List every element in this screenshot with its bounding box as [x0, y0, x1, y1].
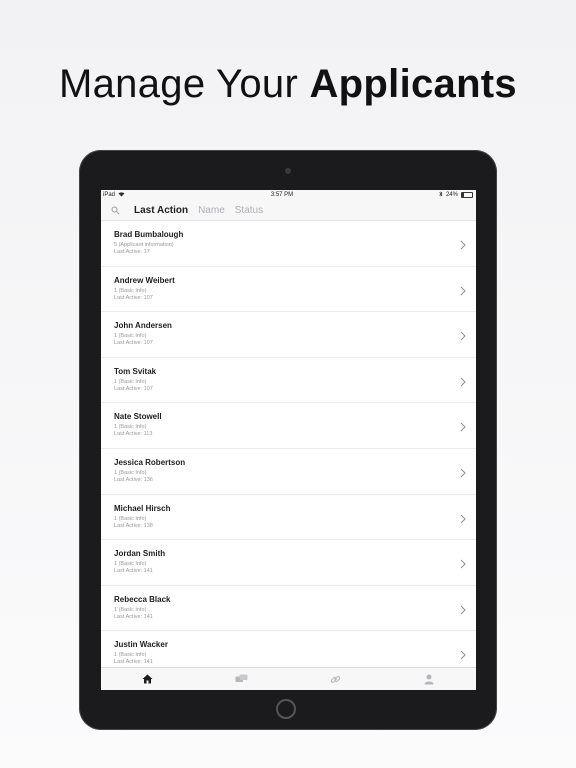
chevron-right-icon — [460, 647, 466, 665]
battery-icon — [460, 192, 473, 198]
applicant-step: 5 (Applicant information) — [114, 242, 174, 248]
applicant-name: Rebecca Black — [114, 594, 171, 604]
applicant-name: Andrew Weibert — [114, 275, 175, 285]
chevron-right-icon — [460, 511, 466, 529]
list-item[interactable]: Andrew Weibert 1 (Basic Info) Last Activ… — [101, 267, 476, 313]
applicant-name: Michael Hirsch — [114, 503, 171, 513]
applicant-name: John Andersen — [114, 321, 172, 331]
chevron-right-icon — [460, 374, 466, 392]
applicant-name: Jordan Smith — [114, 549, 166, 559]
messages-icon[interactable] — [222, 674, 262, 684]
sort-toolbar: Last Action Name Status — [101, 200, 476, 221]
wifi-icon — [118, 191, 125, 199]
list-item[interactable]: Nate Stowell 1 (Basic Info) Last Active:… — [101, 403, 476, 449]
applicant-last-active: Last Active: 113 — [114, 431, 153, 438]
applicant-step: 1 (Basic Info) — [114, 469, 147, 476]
list-item[interactable]: Jessica Robertson 1 (Basic Info) Last Ac… — [101, 449, 476, 495]
applicant-last-active: Last Active: 141 — [114, 613, 153, 620]
list-item[interactable]: Jordan Smith 1 (Basic Info) Last Active:… — [101, 540, 476, 586]
profile-icon[interactable] — [409, 674, 449, 685]
list-item[interactable]: Brad Bumbalough 5 (Applicant information… — [101, 221, 476, 267]
list-item[interactable]: John Andersen 1 (Basic Info) Last Active… — [101, 312, 476, 358]
tab-status[interactable]: Status — [235, 205, 263, 216]
chevron-right-icon — [460, 419, 466, 437]
battery-percent: 24% — [445, 192, 458, 198]
applicant-name: Nate Stowell — [114, 412, 162, 422]
chevron-right-icon — [460, 283, 466, 301]
applicant-last-active: Last Active: 136 — [114, 476, 153, 483]
chevron-right-icon — [460, 328, 466, 346]
list-item[interactable]: Tom Svitak 1 (Basic Info) Last Active: 1… — [101, 358, 476, 404]
app-screen: iPad 3:57 PM 24% Last Action Name Status — [101, 190, 476, 690]
applicant-step: 1 (Basic Info) — [114, 561, 147, 568]
applicant-last-active: Last Active: 141 — [114, 568, 153, 575]
applicant-step: 1 (Basic Info) — [114, 652, 147, 659]
home-button[interactable] — [276, 699, 296, 719]
list-item[interactable]: Rebecca Black 1 (Basic Info) Last Active… — [101, 586, 476, 632]
applicant-last-active: Last Active: 107 — [114, 385, 153, 392]
chevron-right-icon — [460, 465, 466, 483]
carrier-label: iPad — [103, 192, 116, 198]
applicant-step: 1 (Basic Info) — [114, 424, 147, 431]
applicant-last-active: Last Active: 107 — [114, 340, 153, 347]
headline-light: Manage Your — [59, 62, 299, 106]
list-item[interactable]: Michael Hirsch 1 (Basic Info) Last Activ… — [101, 495, 476, 541]
status-bar: iPad 3:57 PM 24% — [101, 190, 476, 200]
chevron-right-icon — [460, 556, 466, 574]
applicant-step: 1 (Basic Info) — [114, 378, 147, 385]
applicant-step: 1 (Basic Info) — [114, 515, 147, 522]
applicant-name: Brad Bumbalough — [114, 230, 184, 239]
search-icon[interactable] — [111, 206, 120, 215]
ipad-device: iPad 3:57 PM 24% Last Action Name Status — [79, 150, 497, 730]
tab-name[interactable]: Name — [198, 205, 225, 216]
camera-icon — [285, 168, 291, 174]
applicant-step: 1 (Basic Info) — [114, 606, 147, 613]
applicant-last-active: Last Active: 107 — [114, 294, 153, 301]
applicant-step: 1 (Basic Info) — [114, 287, 147, 294]
applicant-name: Justin Wacker — [114, 640, 168, 650]
applicant-last-active: Last Active: 17 — [114, 249, 150, 255]
headline: Manage Your Applicants — [0, 62, 576, 107]
home-icon[interactable] — [128, 674, 168, 684]
tab-last-action[interactable]: Last Action — [134, 205, 188, 216]
headline-bold: Applicants — [309, 62, 517, 106]
applicant-list: Brad Bumbalough 5 (Applicant information… — [101, 221, 476, 677]
applicant-last-active: Last Active: 138 — [114, 522, 153, 529]
applicant-step: 1 (Basic Info) — [114, 333, 147, 340]
chevron-right-icon — [460, 237, 466, 255]
link-icon[interactable] — [315, 674, 355, 685]
applicant-name: Jessica Robertson — [114, 457, 186, 467]
chevron-right-icon — [460, 602, 466, 620]
bluetooth-icon — [439, 191, 443, 199]
applicant-name: Tom Svitak — [114, 366, 157, 376]
bottom-tab-bar — [101, 667, 476, 690]
applicant-last-active: Last Active: 141 — [114, 659, 153, 666]
status-time: 3:57 PM — [270, 192, 294, 198]
